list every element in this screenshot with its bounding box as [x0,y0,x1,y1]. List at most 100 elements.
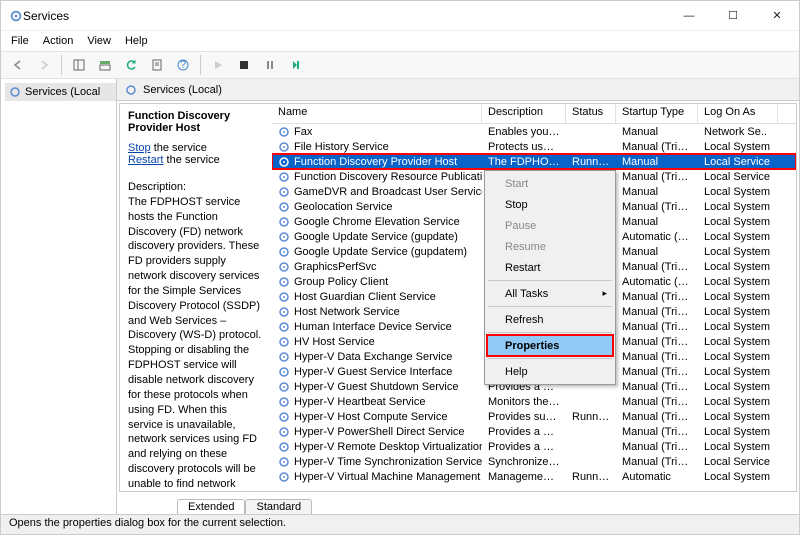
stop-service-button[interactable] [233,54,255,76]
gear-icon [278,291,290,303]
service-startup-type: Manual (Trigg.. [616,441,698,453]
ctx-stop[interactable]: Stop [487,194,613,215]
statusbar: Opens the properties dialog box for the … [1,514,799,534]
restart-service-button[interactable] [285,54,307,76]
export-list-button[interactable] [94,54,116,76]
service-name: Hyper-V Host Compute Service [294,411,447,423]
service-startup-type: Manual [616,216,698,228]
service-logon: Local System [698,366,778,378]
service-name: Google Update Service (gupdate) [294,231,458,243]
col-header-status[interactable]: Status [566,104,616,123]
back-button[interactable] [7,54,29,76]
properties-button[interactable] [146,54,168,76]
col-header-logon[interactable]: Log On As [698,104,778,123]
ctx-help[interactable]: Help [487,361,613,382]
ctx-properties[interactable]: Properties [487,335,613,356]
ctx-start[interactable]: Start [487,173,613,194]
services-list[interactable]: Name Description Status Startup Type Log… [272,104,796,491]
context-menu[interactable]: Start Stop Pause Resume Restart All Task… [484,170,616,385]
menu-file[interactable]: File [11,35,29,47]
menu-action[interactable]: Action [43,35,74,47]
service-startup-type: Manual (Trigg.. [616,381,698,393]
ctx-restart[interactable]: Restart [487,257,613,278]
table-row[interactable]: File History ServiceProtects user fil..M… [272,139,796,154]
col-header-description[interactable]: Description [482,104,566,123]
gear-icon [278,441,290,453]
service-logon: Local System [698,336,778,348]
table-row[interactable]: Hyper-V Virtual Machine ManagementManage… [272,469,796,484]
gear-icon [278,396,290,408]
pane-header: Services (Local) [117,79,799,101]
menubar: File Action View Help [1,31,799,51]
description-panel: Function Discovery Provider Host Stop th… [120,104,272,491]
menu-view[interactable]: View [87,35,111,47]
service-name: Function Discovery Resource Publication [294,171,482,183]
stop-service-link[interactable]: Stop [128,142,151,154]
view-tabs[interactable]: Extended Standard [117,494,799,514]
service-description: Protects user fil.. [482,141,566,153]
table-row[interactable]: Function Discovery Provider HostThe FDPH… [272,154,796,169]
service-startup-type: Manual (Trigg.. [616,411,698,423]
menu-help[interactable]: Help [125,35,148,47]
service-name: Google Chrome Elevation Service [294,216,460,228]
service-startup-type: Manual (Trigg.. [616,426,698,438]
table-row[interactable]: Hyper-V Remote Desktop Virtualization Se… [272,439,796,454]
service-logon: Local System [698,201,778,213]
table-row[interactable]: Hyper-V PowerShell Direct ServiceProvide… [272,424,796,439]
tab-extended[interactable]: Extended [177,499,245,514]
service-logon: Local System [698,246,778,258]
table-row[interactable]: Hyper-V Time Synchronization ServiceSync… [272,454,796,469]
col-header-startup-type[interactable]: Startup Type [616,104,698,123]
ctx-resume[interactable]: Resume [487,236,613,257]
service-startup-type: Manual (Trigg.. [616,141,698,153]
refresh-button[interactable] [120,54,142,76]
tree-item-label: Services (Local [25,86,100,98]
service-startup-type: Manual (Trigg.. [616,351,698,363]
service-name: Hyper-V PowerShell Direct Service [294,426,465,438]
col-header-name[interactable]: Name [272,104,482,123]
service-startup-type: Manual [616,186,698,198]
toolbar-separator [200,55,201,75]
tab-standard[interactable]: Standard [245,499,312,514]
gear-icon [278,471,290,483]
gear-icon [278,351,290,363]
close-button[interactable]: ✕ [755,1,799,31]
list-header[interactable]: Name Description Status Startup Type Log… [272,104,796,124]
stop-suffix: the service [151,142,207,154]
service-logon: Local System [698,216,778,228]
service-logon: Local System [698,321,778,333]
start-service-button[interactable] [207,54,229,76]
forward-button[interactable] [33,54,55,76]
gear-icon [278,276,290,288]
minimize-button[interactable]: — [667,1,711,31]
maximize-button[interactable]: ☐ [711,1,755,31]
list-body[interactable]: FaxEnables you to ..ManualNetwork Se..Fi… [272,124,796,491]
service-description: The FDPHOST s.. [482,156,566,168]
tree-item-services-local[interactable]: Services (Local [5,83,116,101]
service-name: Hyper-V Data Exchange Service [294,351,452,363]
service-name: Hyper-V Time Synchronization Service [294,456,482,468]
service-startup-type: Manual (Trigg.. [616,396,698,408]
service-logon: Local System [698,441,778,453]
ctx-pause[interactable]: Pause [487,215,613,236]
gear-icon [278,336,290,348]
service-startup-type: Automatic [616,471,698,483]
table-row[interactable]: Hyper-V Host Compute ServiceProvides sup… [272,409,796,424]
ctx-refresh[interactable]: Refresh [487,309,613,330]
show-hide-tree-button[interactable] [68,54,90,76]
statusbar-text: Opens the properties dialog box for the … [9,517,286,529]
gear-icon [278,306,290,318]
service-logon: Local System [698,186,778,198]
ctx-all-tasks[interactable]: All Tasks [487,283,613,304]
table-row[interactable]: Hyper-V Heartbeat ServiceMonitors the st… [272,394,796,409]
service-logon: Local Service [698,456,778,468]
help-button[interactable]: ? [172,54,194,76]
console-tree[interactable]: Services (Local [1,79,117,514]
service-logon: Local System [698,141,778,153]
restart-service-link[interactable]: Restart [128,154,163,166]
table-row[interactable]: FaxEnables you to ..ManualNetwork Se.. [272,124,796,139]
gear-icon [278,171,290,183]
service-name: Hyper-V Guest Service Interface [294,366,452,378]
service-name: Human Interface Device Service [294,321,452,333]
pause-service-button[interactable] [259,54,281,76]
